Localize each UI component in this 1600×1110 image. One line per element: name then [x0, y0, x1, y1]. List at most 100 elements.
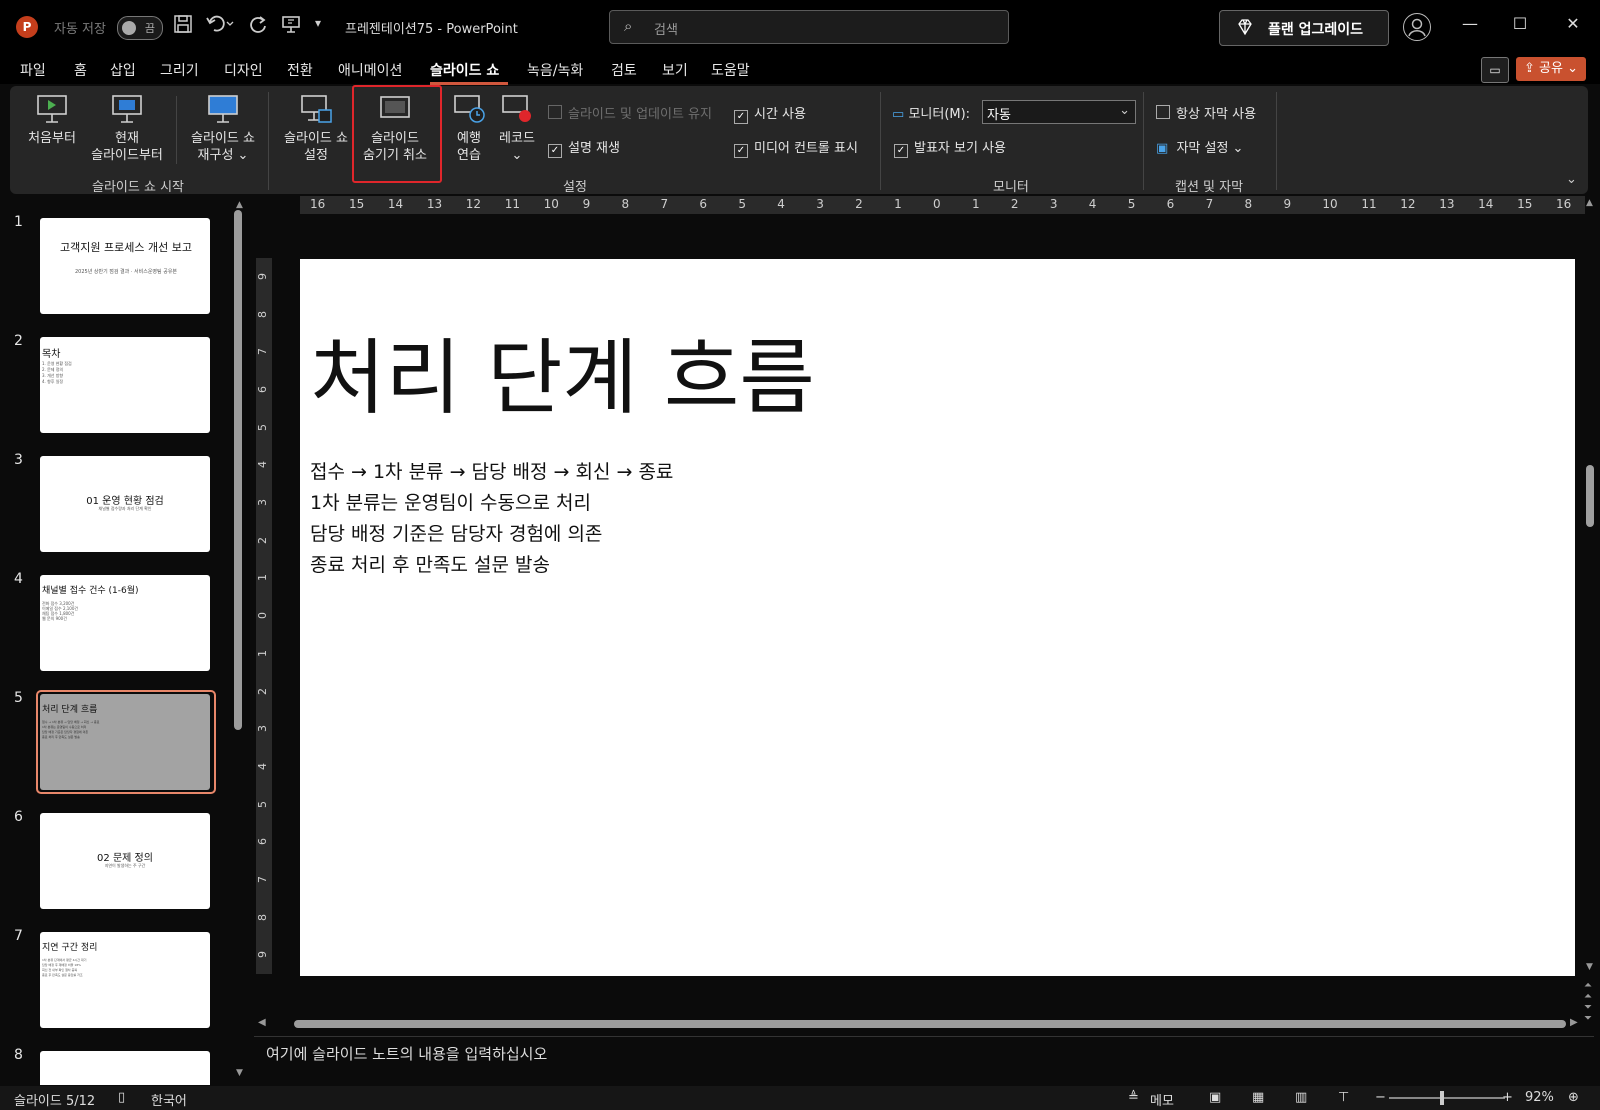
slide-thumbnail-8[interactable] — [40, 1051, 210, 1085]
zoom-slider-thumb[interactable] — [1440, 1091, 1445, 1105]
ruler-tick-label: 5 — [256, 423, 269, 431]
rehearse-label-1: 예행 — [457, 131, 481, 146]
checkbox-checked: ✓ — [548, 144, 562, 158]
close-icon[interactable]: ✕ — [1553, 14, 1593, 33]
slide-sorter-icon[interactable]: ▦ — [1252, 1090, 1264, 1105]
autosave-toggle[interactable]: 끔 — [117, 16, 163, 40]
setup-slideshow-button[interactable]: 슬라이드 쇼 설정 — [278, 92, 354, 164]
thumb-title: 고객지원 프로세스 개선 보고 — [60, 241, 192, 254]
slide-title[interactable]: 처리 단계 흐름 — [310, 311, 815, 430]
customize-toolbar-icon[interactable]: ▾ — [315, 16, 321, 30]
language-label[interactable]: 한국어 — [151, 1090, 187, 1109]
share-button[interactable]: ⇪ 공유 ⌄ — [1516, 57, 1586, 81]
scroll-up-icon[interactable]: ▲ — [1586, 198, 1593, 208]
monitor-dropdown[interactable]: 자동 ⌄ — [982, 100, 1136, 124]
slide-thumbnail-2[interactable]: 목차 1. 운영 현황 점검 2. 문제 정의 3. 개선 방향 4. 향후 일… — [40, 337, 210, 433]
ruler-tick-label: 4 — [256, 762, 269, 770]
checkbox-checked: ✓ — [734, 110, 748, 124]
tab-slideshow[interactable]: 슬라이드 쇼 — [430, 60, 499, 80]
ruler-tick-label: 4 — [1088, 197, 1097, 211]
tab-help[interactable]: 도움말 — [711, 60, 750, 80]
notes-pane[interactable]: 여기에 슬라이드 노트의 내용을 입력하십시오 — [254, 1036, 1594, 1087]
comments-icon[interactable]: ▭ — [1481, 57, 1509, 83]
accessibility-icon[interactable]: ▯ — [118, 1090, 125, 1105]
media-controls-checkbox[interactable]: ✓ 미디어 컨트롤 표시 — [734, 137, 858, 158]
notes-toggle-label[interactable]: 메모 — [1150, 1090, 1174, 1109]
ruler-tick-label: 8 — [621, 197, 630, 211]
thumbnail-scrollbar[interactable] — [234, 210, 242, 730]
scroll-down-icon[interactable]: ▼ — [236, 1068, 243, 1078]
present-icon[interactable] — [281, 14, 301, 39]
tab-home[interactable]: 홈 — [74, 60, 87, 80]
zoom-in-icon[interactable]: + — [1502, 1090, 1513, 1105]
ruler-tick-label: 13 — [1439, 197, 1455, 211]
undo-icon[interactable] — [206, 14, 234, 39]
captions-group-label: 캡션 및 자막 — [1175, 180, 1244, 195]
zoom-slider[interactable] — [1389, 1091, 1505, 1105]
slide-bullet-1[interactable]: 접수 → 1차 분류 → 담당 배정 → 회신 → 종료 — [310, 457, 673, 484]
slide-thumbnail-3[interactable]: 01 운영 현황 점검 채널별 접수량과 처리 단계 확인 — [40, 456, 210, 552]
ruler-tick-label: 3 — [256, 725, 269, 733]
maximize-icon[interactable]: ☐ — [1500, 14, 1540, 33]
notes-toggle-icon[interactable]: ≜ — [1128, 1090, 1139, 1105]
keep-updated-label: 슬라이드 및 업데이트 유지 — [568, 107, 712, 122]
normal-view-icon[interactable]: ▣ — [1209, 1090, 1221, 1105]
record-label-1: 레코드 — [499, 131, 535, 146]
use-timings-checkbox[interactable]: ✓ 시간 사용 — [734, 103, 806, 124]
search-box[interactable]: ⌕ 검색 — [609, 10, 1009, 44]
tab-insert[interactable]: 삽입 — [110, 60, 136, 80]
keep-updated-checkbox[interactable]: 슬라이드 및 업데이트 유지 — [548, 103, 712, 122]
custom-slideshow-button[interactable]: 슬라이드 쇼 재구성 ⌄ — [184, 92, 262, 164]
tab-design[interactable]: 디자인 — [224, 60, 263, 80]
tab-draw[interactable]: 그리기 — [160, 60, 199, 80]
minimize-icon[interactable]: — — [1450, 14, 1490, 33]
collapse-ribbon-icon[interactable]: ⌄ — [1566, 172, 1577, 187]
scroll-up-icon[interactable]: ▲ — [236, 200, 243, 210]
reading-view-icon[interactable]: ▥ — [1295, 1090, 1307, 1105]
tab-review[interactable]: 검토 — [611, 60, 637, 80]
slide-thumbnail-1[interactable]: 고객지원 프로세스 개선 보고 2025년 상반기 점검 결과 · 서비스운영팀… — [40, 218, 210, 314]
upgrade-plan-button[interactable]: 플랜 업그레이드 — [1219, 10, 1389, 46]
redo-icon[interactable] — [248, 14, 268, 39]
slide-thumbnail-7[interactable]: 지연 구간 정리 1차 분류 단계에서 평균 4시간 대기 담당 배정 후 재배… — [40, 932, 210, 1028]
account-avatar[interactable] — [1403, 13, 1431, 41]
rehearse-timings-button[interactable]: 예행 연습 — [448, 92, 490, 164]
zoom-out-icon[interactable]: − — [1375, 1090, 1386, 1105]
ruler-tick-label: 16 — [310, 197, 326, 211]
zoom-level[interactable]: 92% — [1525, 1090, 1554, 1105]
tab-record[interactable]: 녹음/녹화 — [527, 60, 583, 80]
horizontal-scrollbar[interactable] — [294, 1020, 1566, 1028]
notes-placeholder[interactable]: 여기에 슬라이드 노트의 내용을 입력하십시오 — [266, 1043, 547, 1064]
slideshow-view-icon[interactable]: ⊤ — [1338, 1090, 1349, 1105]
slide-canvas[interactable]: 처리 단계 흐름 접수 → 1차 분류 → 담당 배정 → 회신 → 종료 1차… — [300, 259, 1575, 976]
thumb-number: 8 — [14, 1047, 23, 1063]
next-slide-icon[interactable]: ⏷ ⏷ — [1584, 1002, 1592, 1024]
from-current-button[interactable]: 현재 슬라이드부터 — [86, 92, 168, 164]
tab-file[interactable]: 파일 — [20, 60, 46, 80]
scroll-left-icon[interactable]: ◀ — [258, 1017, 266, 1028]
setup-label-2: 설정 — [304, 148, 328, 163]
presenter-view-checkbox[interactable]: ✓ 발표자 보기 사용 — [894, 137, 1006, 158]
ruler-tick-label: 15 — [1517, 197, 1533, 211]
from-beginning-button[interactable]: 처음부터 — [22, 92, 82, 147]
scroll-right-icon[interactable]: ▶ — [1570, 1017, 1578, 1028]
fit-to-window-icon[interactable]: ⊕ — [1568, 1090, 1579, 1105]
subtitle-settings-button[interactable]: ▣ 자막 설정 ⌄ — [1156, 137, 1243, 156]
slide-thumbnail-6[interactable]: 02 문제 정의 지연이 발생하는 주 구간 — [40, 813, 210, 909]
tab-transitions[interactable]: 전환 — [287, 60, 313, 80]
scroll-down-icon[interactable]: ▼ — [1586, 962, 1593, 972]
always-subtitles-checkbox[interactable]: 항상 자막 사용 — [1156, 103, 1256, 122]
slide-vertical-scrollbar[interactable] — [1586, 465, 1594, 527]
slide-bullet-3[interactable]: 담당 배정 기준은 담당자 경험에 의존 — [310, 519, 602, 546]
from-current-label-1: 현재 — [115, 131, 139, 146]
record-button[interactable]: 레코드 ⌄ — [496, 92, 538, 164]
previous-slide-icon[interactable]: ⏶ ⏶ — [1584, 980, 1592, 1002]
play-narrations-checkbox[interactable]: ✓ 설명 재생 — [548, 137, 620, 158]
slide-thumbnail-5[interactable]: 처리 단계 흐름 접수 → 1차 분류 → 담당 배정 → 회신 → 종료 1차… — [40, 694, 210, 790]
slide-bullet-4[interactable]: 종료 처리 후 만족도 설문 발송 — [310, 550, 550, 577]
tab-view[interactable]: 보기 — [662, 60, 688, 80]
slide-bullet-2[interactable]: 1차 분류는 운영팀이 수동으로 처리 — [310, 488, 591, 515]
save-icon[interactable] — [173, 14, 193, 39]
tab-animations[interactable]: 애니메이션 — [338, 60, 402, 80]
slide-thumbnail-4[interactable]: 채널별 접수 건수 (1-6월) 전화 접수 3,200건 이메일 접수 2,1… — [40, 575, 210, 671]
